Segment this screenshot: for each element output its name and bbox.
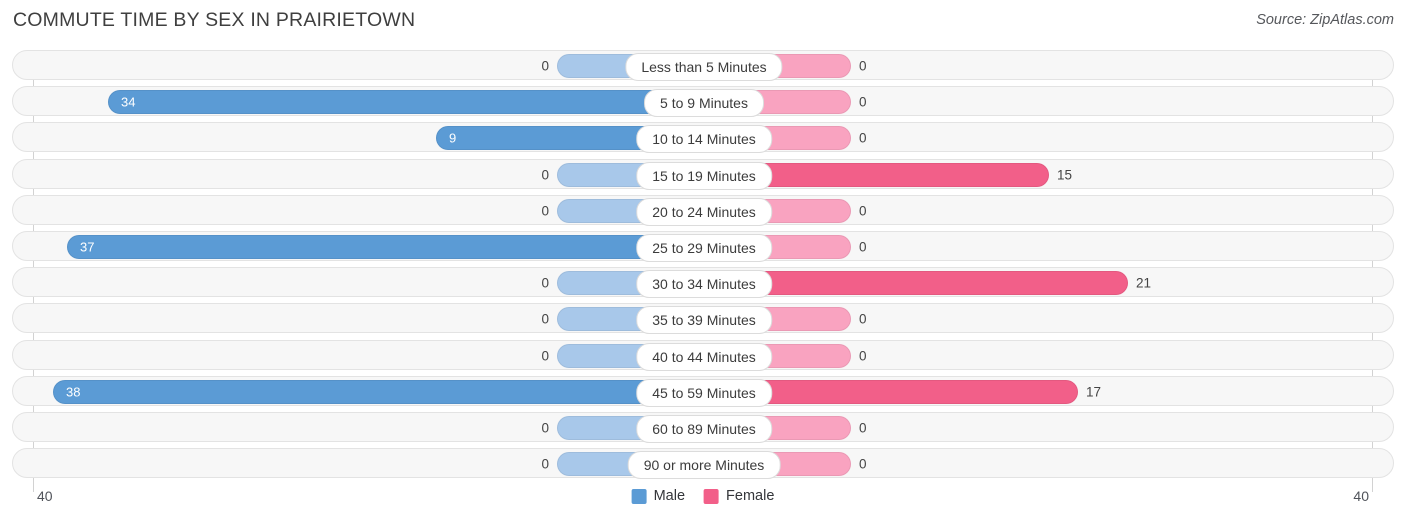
bar-row-label: 40 to 44 Minutes xyxy=(636,342,772,371)
chart-header: COMMUTE TIME BY SEX IN PRAIRIETOWN Sourc… xyxy=(0,0,1406,44)
bar-value-female: 0 xyxy=(859,94,867,110)
bar-row-label: 60 to 89 Minutes xyxy=(636,415,772,443)
bar-value-male: 0 xyxy=(541,348,549,364)
chart-footer: 40 40 Male Female xyxy=(0,484,1406,522)
bar-row: 0 15 15 to 19 Minutes xyxy=(12,158,1394,190)
bar-row-label: 5 to 9 Minutes xyxy=(644,89,764,118)
bar-row: 34 0 5 to 9 Minutes xyxy=(12,86,1394,118)
bar-row-label: 45 to 59 Minutes xyxy=(636,378,772,407)
axis-tick-left: 40 xyxy=(37,488,53,504)
bar-value-male: 0 xyxy=(541,456,549,472)
bar-value-female: 0 xyxy=(859,130,867,146)
bar-row: 9 0 10 to 14 Minutes xyxy=(12,122,1394,154)
bar-male: 34 xyxy=(108,90,704,115)
legend-item[interactable]: Female xyxy=(704,488,774,504)
bar-value-female: 0 xyxy=(859,58,867,74)
bar-value-female: 0 xyxy=(859,239,867,255)
legend-label: Female xyxy=(726,488,775,504)
bar-value-male: 9 xyxy=(449,130,457,146)
bar-row-label: 10 to 14 Minutes xyxy=(636,125,772,154)
bar-value-female: 0 xyxy=(859,456,867,472)
bar-row-label: Less than 5 Minutes xyxy=(625,53,783,81)
bar-value-female: 21 xyxy=(1136,275,1152,291)
bar-row-label: 30 to 34 Minutes xyxy=(636,270,772,299)
bar-value-male: 0 xyxy=(541,203,549,219)
bar-row: 0 0 90 or more Minutes xyxy=(12,448,1394,480)
bar-male: 37 xyxy=(67,235,704,259)
bar-value-female: 0 xyxy=(859,311,867,327)
bar-value-female: 0 xyxy=(859,420,867,436)
bar-value-male: 0 xyxy=(541,311,549,327)
page-title: COMMUTE TIME BY SEX IN PRAIRIETOWN xyxy=(13,9,416,31)
chart-plot-area: 0 0 Less than 5 Minutes 34 0 5 to 9 Minutes 9 0… xyxy=(0,44,1406,492)
bar-row-label: 25 to 29 Minutes xyxy=(636,234,772,262)
bar-value-male: 0 xyxy=(541,275,549,291)
chart-legend: Male Female xyxy=(631,488,774,504)
bar-value-male: 0 xyxy=(541,167,549,183)
source-attribution: Source: ZipAtlas.com xyxy=(1256,12,1394,28)
bar-row: 0 0 40 to 44 Minutes xyxy=(12,339,1394,371)
legend-item[interactable]: Male xyxy=(631,488,686,504)
legend-swatch-male xyxy=(631,488,647,504)
bar-value-male: 0 xyxy=(541,58,549,74)
legend-swatch-female xyxy=(704,488,720,504)
bar-row: 0 21 30 to 34 Minutes xyxy=(12,267,1394,299)
bar-value-female: 15 xyxy=(1057,167,1073,183)
axis-tick-right: 40 xyxy=(1353,488,1369,504)
bar-value-male: 34 xyxy=(121,94,136,110)
bar-value-male: 37 xyxy=(80,239,95,255)
legend-label: Male xyxy=(653,488,686,504)
bar-value-male: 0 xyxy=(541,420,549,436)
bar-value-female: 0 xyxy=(859,203,867,219)
bar-value-female: 0 xyxy=(859,348,867,364)
bar-row: 0 0 20 to 24 Minutes xyxy=(12,194,1394,226)
bar-row-label: 15 to 19 Minutes xyxy=(636,161,772,190)
bar-row-label: 35 to 39 Minutes xyxy=(636,306,772,335)
bar-row: 38 17 45 to 59 Minutes xyxy=(12,375,1394,407)
bar-row: 0 0 Less than 5 Minutes xyxy=(12,50,1394,81)
bar-male: 38 xyxy=(53,379,704,404)
bar-value-male: 38 xyxy=(66,384,81,400)
bar-value-female: 17 xyxy=(1086,384,1102,400)
bar-row-label: 20 to 24 Minutes xyxy=(636,197,772,226)
bar-row: 0 0 60 to 89 Minutes xyxy=(12,412,1394,443)
bar-row-label: 90 or more Minutes xyxy=(627,451,781,480)
bar-row: 0 0 35 to 39 Minutes xyxy=(12,303,1394,335)
bar-row: 37 0 25 to 29 Minutes xyxy=(12,231,1394,262)
